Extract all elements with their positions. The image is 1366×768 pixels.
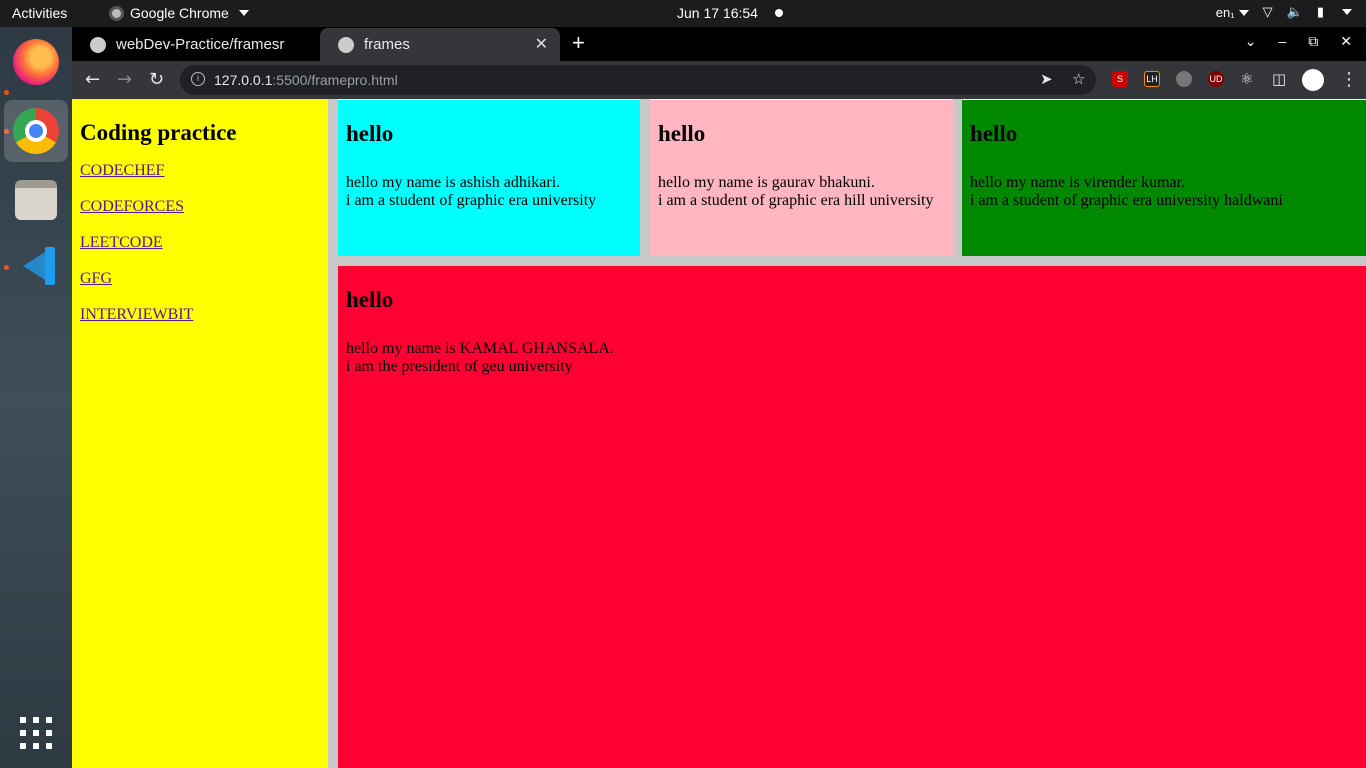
activities-button[interactable]: Activities [12,5,67,21]
tab-title: frames [364,36,410,53]
vscode-dock-icon[interactable] [4,235,68,297]
link-interviewbit[interactable]: INTERVIEWBIT [80,306,320,324]
app-menu[interactable]: Google Chrome [109,5,249,21]
address-bar[interactable]: i 127.0.0.1:5500/framepro.html ➤ ☆ [180,65,1096,95]
show-applications-icon[interactable] [20,717,52,749]
bookmark-star-icon[interactable]: ☆ [1072,70,1085,88]
firefox-dock-icon[interactable] [4,31,68,93]
frame-divider[interactable] [338,256,1366,266]
frame-heading: hello [658,121,706,146]
frame-ashish: hello hello my name is ashish adhikari. … [338,100,640,256]
frame-line: hello my name is virender kumar. [970,174,1186,191]
caret-down-icon [238,10,249,16]
frame-line: i am a student of graphic era university… [970,192,1283,209]
extension-s-icon[interactable]: S [1112,71,1128,87]
chrome-small-icon [109,5,124,21]
minimize-icon[interactable]: – [1278,33,1286,50]
frame-line: hello my name is gaurav bhakuni. [658,174,875,191]
link-leetcode[interactable]: LEETCODE [80,234,320,252]
frame-gaurav: hello hello my name is gaurav bhakuni. i… [650,100,953,256]
site-info-icon[interactable]: i [191,72,205,86]
close-window-icon[interactable]: ✕ [1340,33,1352,50]
page-viewport: Coding practice CODECHEF CODEFORCES LEET… [72,99,1366,768]
link-codeforces[interactable]: CODEFORCES [80,198,320,216]
wifi-icon: ▽ [1262,4,1273,19]
tab-frames[interactable]: frames ✕ [320,28,560,61]
system-top-bar: Activities Google Chrome Jun 17 16:54 en… [0,0,1366,27]
frame-divider[interactable] [640,99,650,256]
close-tab-icon[interactable]: ✕ [535,34,548,54]
extension-glasses-icon[interactable] [1176,71,1192,87]
system-tray[interactable]: en₁ ▽ 🔈 ▮ [1216,4,1352,20]
frame-virender: hello hello my name is virender kumar. i… [962,100,1366,256]
sidebar-heading: Coding practice [80,120,237,145]
extension-ublock-icon[interactable]: UD [1208,71,1224,87]
extension-lighthouse-icon[interactable]: LH [1144,71,1160,87]
frame-kamal: hello hello my name is KAMAL GHANSALA. i… [338,266,1366,768]
frame-heading: hello [346,121,394,146]
input-language[interactable]: en₁ [1216,5,1249,20]
frame-line: hello my name is KAMAL GHANSALA. [346,340,614,357]
volume-icon: 🔈 [1286,4,1303,19]
tab-webdev-practice[interactable]: webDev-Practice/framesr [72,28,318,61]
frame-divider[interactable] [328,99,338,768]
menu-kebab-icon[interactable]: ⋮ [1340,69,1358,90]
clock[interactable]: Jun 17 16:54 [677,5,758,21]
tab-strip: webDev-Practice/framesr frames ✕ + ⌄ – ⧉… [72,27,1366,61]
browser-toolbar: ← → ↻ i 127.0.0.1:5500/framepro.html ➤ ☆… [72,61,1366,99]
frame-line: i am the president of geu university [346,358,573,375]
extensions-puzzle-icon[interactable]: ⚛ [1240,70,1253,88]
back-arrow-icon[interactable]: ← [85,69,100,90]
battery-icon: ▮ [1316,4,1324,19]
tab-search-icon[interactable]: ⌄ [1245,33,1257,50]
files-dock-icon[interactable] [4,169,68,231]
restore-icon[interactable]: ⧉ [1308,33,1318,50]
frame-line: i am a student of graphic era university [346,192,597,209]
tab-title: webDev-Practice/framesr [116,36,285,53]
new-tab-button[interactable]: + [572,30,585,56]
dock [0,27,72,768]
globe-icon [338,36,354,53]
frame-heading: hello [970,121,1018,146]
reload-icon[interactable]: ↻ [149,69,164,90]
frame-line: hello my name is ashish adhikari. [346,174,561,191]
send-icon[interactable]: ➤ [1040,70,1053,88]
url-text[interactable]: 127.0.0.1:5500/framepro.html [214,72,398,88]
forward-arrow-icon[interactable]: → [117,69,132,90]
app-menu-label: Google Chrome [130,5,229,21]
link-gfg[interactable]: GFG [80,270,320,288]
chrome-dock-icon[interactable] [4,100,68,162]
frame-heading: hello [346,287,394,312]
system-menu-caret-icon[interactable] [1342,9,1352,15]
link-codechef[interactable]: CODECHEF [80,162,320,180]
profile-avatar-icon[interactable] [1302,69,1324,91]
window-controls: ⌄ – ⧉ ✕ [1245,33,1352,50]
sidebar-frame: Coding practice CODECHEF CODEFORCES LEET… [72,99,328,768]
frame-divider[interactable] [953,99,962,256]
frame-line: i am a student of graphic era hill unive… [658,192,934,209]
github-icon [90,36,106,53]
notification-dot-icon [775,9,783,17]
side-panel-icon[interactable]: ◫ [1272,70,1286,88]
